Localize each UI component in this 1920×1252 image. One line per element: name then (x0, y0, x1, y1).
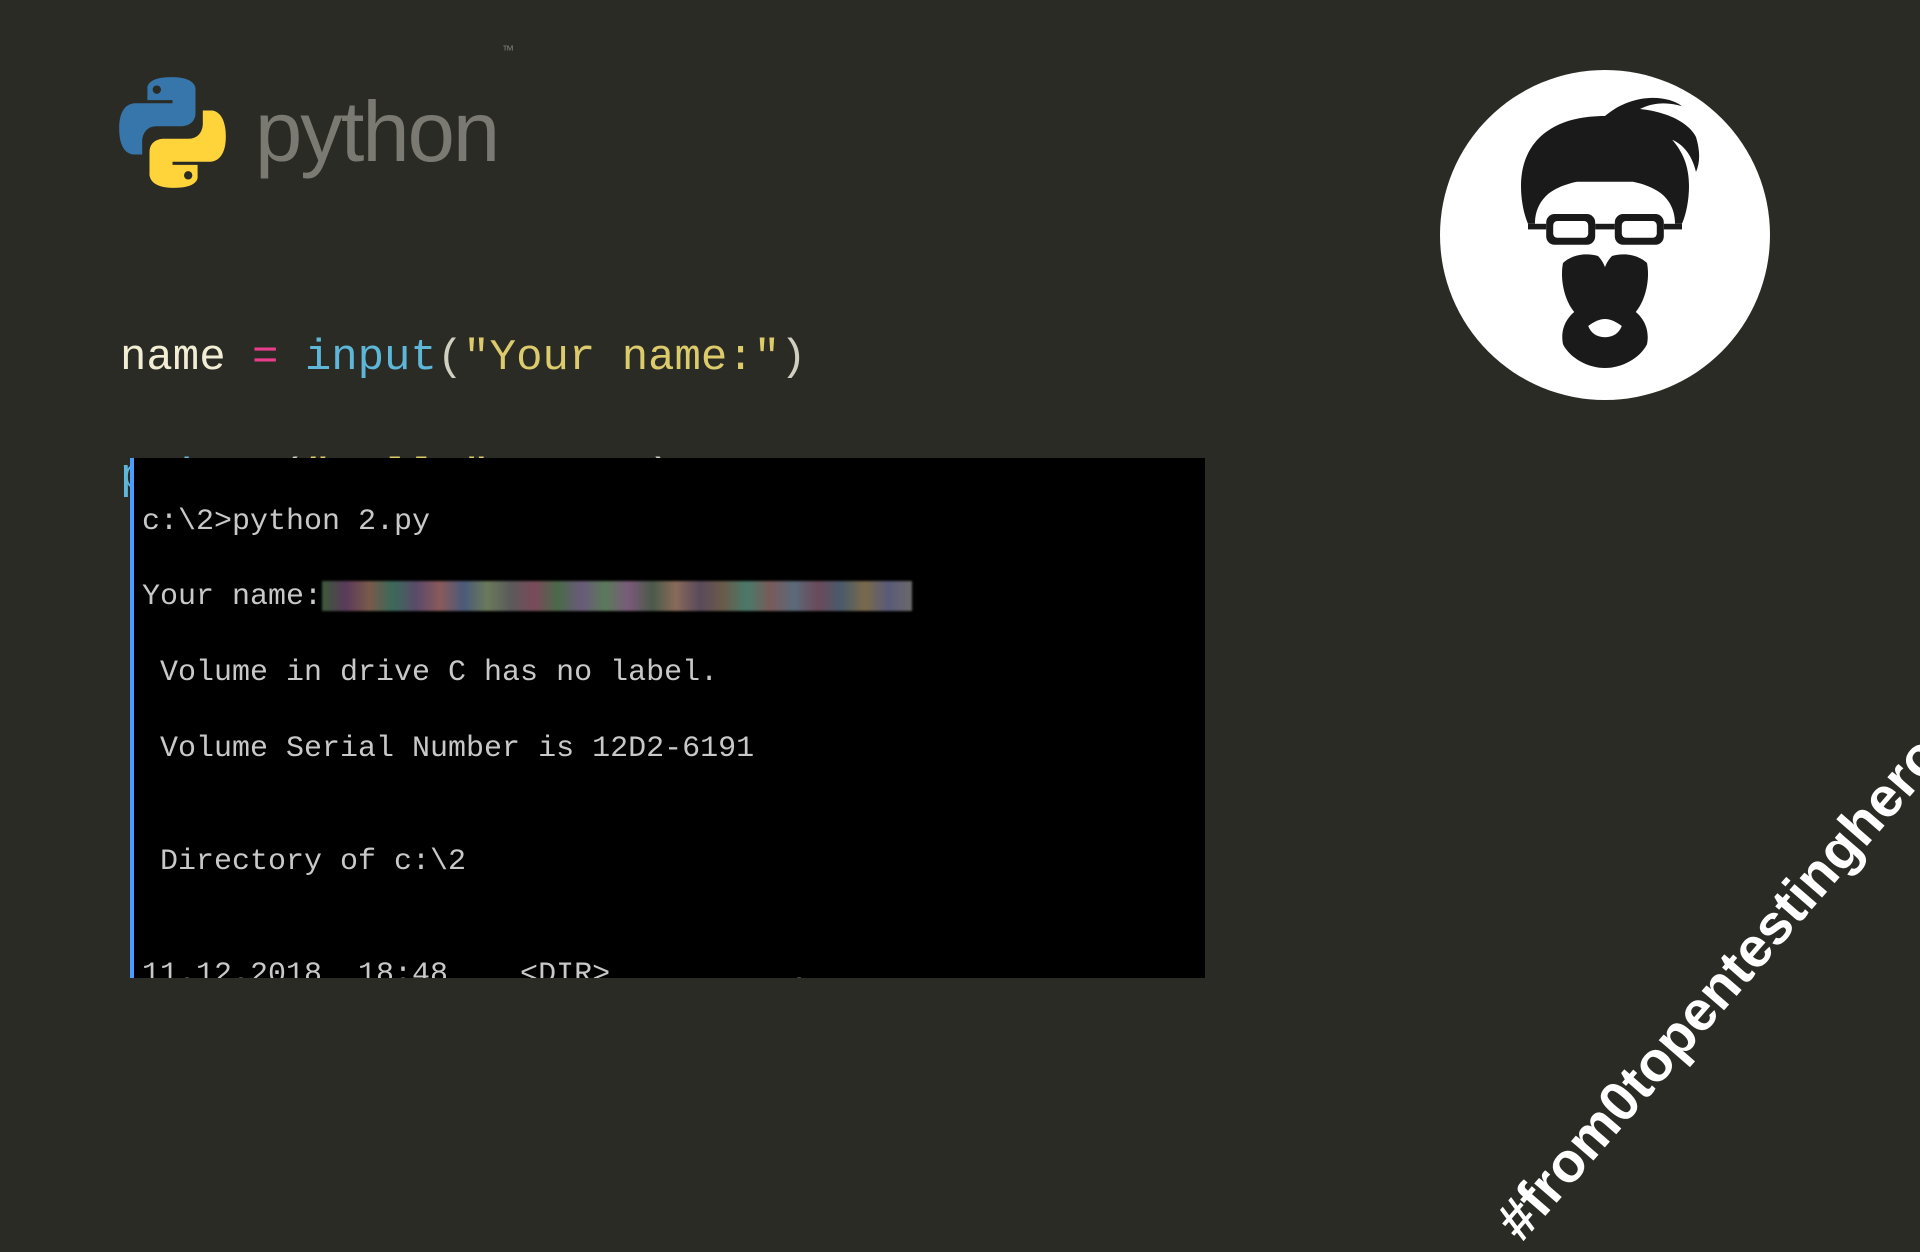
code-operator: = (226, 333, 305, 383)
terminal-line: Volume in drive C has no label. (142, 655, 1197, 693)
terminal-line: 11.12.2018 18:48 <DIR> . (142, 957, 1197, 978)
python-icon (115, 75, 230, 190)
code-variable: name (120, 333, 226, 383)
terminal-window: c:\2>python 2.py Your name: Volume in dr… (130, 458, 1205, 978)
code-paren: ) (780, 333, 806, 383)
avatar-logo (1440, 70, 1770, 400)
code-string: "Your name:" (463, 333, 780, 383)
redacted-input (322, 581, 912, 611)
trademark-symbol: ™ (503, 44, 513, 62)
python-logo-text: python (255, 85, 498, 180)
terminal-line: Your name: (142, 579, 1197, 617)
terminal-line: c:\2>python 2.py (142, 504, 1197, 542)
terminal-line: Directory of c:\2 (142, 844, 1197, 882)
code-function: input (305, 333, 437, 383)
terminal-line: Volume Serial Number is 12D2-6191 (142, 731, 1197, 769)
hashtag-text: #from0topentestinghero (1482, 723, 1920, 1252)
code-paren: ( (437, 333, 463, 383)
terminal-prompt: Your name: (142, 580, 322, 614)
python-logo: python™ (115, 75, 508, 190)
